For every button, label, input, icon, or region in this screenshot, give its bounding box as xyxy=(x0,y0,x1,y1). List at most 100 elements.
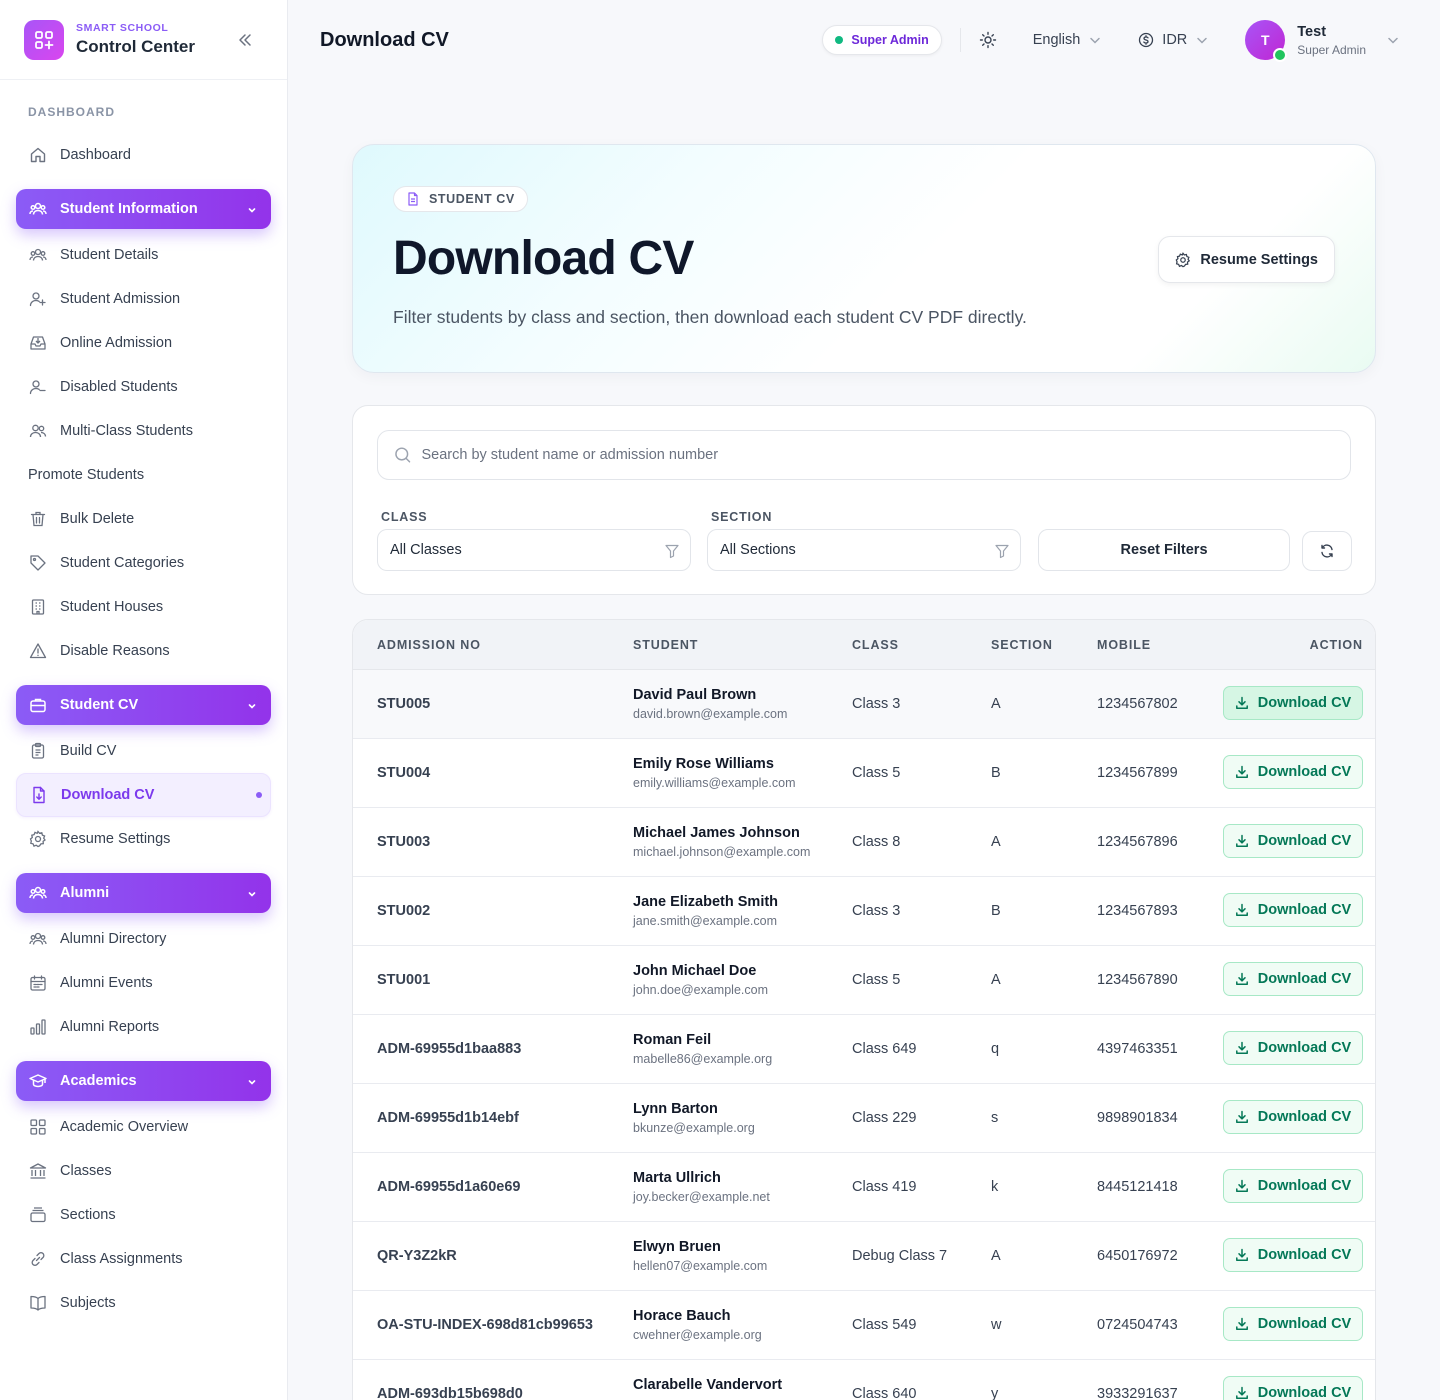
sidebar-item-student-categories[interactable]: Student Categories xyxy=(16,541,271,585)
download-cv-label: Download CV xyxy=(1257,1109,1352,1125)
sidebar-item-promote-students[interactable]: Promote Students xyxy=(16,453,271,497)
chevron-down-icon xyxy=(247,1075,257,1091)
currency-coin-icon xyxy=(1139,32,1154,48)
language-selector[interactable]: English xyxy=(1033,32,1103,48)
student-name-cell: Clarabelle Vandervort xyxy=(633,1377,783,1393)
section-cell: w xyxy=(991,1317,1002,1333)
user-minus-icon xyxy=(28,377,48,397)
class-cell: Class 229 xyxy=(852,1110,917,1126)
resume-settings-button[interactable]: Resume Settings xyxy=(1158,236,1335,283)
student-email-cell: mabelle86@example.org xyxy=(633,1052,773,1066)
student-email-cell: emily.williams@example.com xyxy=(633,776,796,790)
section-select[interactable]: All Sections xyxy=(707,529,1021,571)
sidebar-item-classes[interactable]: Classes xyxy=(16,1149,271,1193)
student-name-cell: Jane Elizabeth Smith xyxy=(633,894,779,910)
sidebar-group-alumni[interactable]: Alumni xyxy=(16,873,271,913)
inbox-icon xyxy=(28,333,48,353)
sidebar-item-label: Build CV xyxy=(60,743,117,759)
nav-section-label: DASHBOARD xyxy=(28,105,115,119)
admission-no-cell: STU002 xyxy=(377,903,431,919)
table-header: ADMISSION NO STUDENT CLASS SECTION MOBIL… xyxy=(353,620,1375,670)
student-email-cell: bkunze@example.org xyxy=(633,1121,755,1135)
search-box[interactable] xyxy=(377,430,1351,480)
sidebar-item-label: Student Details xyxy=(60,247,159,263)
sidebar-item-student-admission[interactable]: Student Admission xyxy=(16,277,271,321)
sidebar-group-student-information[interactable]: Student Information xyxy=(16,189,271,229)
sidebar-item-sections[interactable]: Sections xyxy=(16,1193,271,1237)
avatar[interactable]: T xyxy=(1245,20,1288,62)
refresh-button[interactable] xyxy=(1302,531,1352,571)
sidebar-item-label: Class Assignments xyxy=(60,1251,183,1267)
student-name-cell: Roman Feil xyxy=(633,1032,712,1048)
filter-card: CLASS All Classes SECTION All Sections R… xyxy=(352,405,1376,595)
student-name-cell: Emily Rose Williams xyxy=(633,756,774,772)
admission-no-cell: STU005 xyxy=(377,696,431,712)
download-cv-button[interactable]: Download CV xyxy=(1223,1031,1363,1065)
sidebar-group-student-cv[interactable]: Student CV xyxy=(16,685,271,725)
download-cv-label: Download CV xyxy=(1257,1247,1352,1263)
sidebar-item-disable-reasons[interactable]: Disable Reasons xyxy=(16,629,271,673)
sidebar-item-dashboard[interactable]: Dashboard xyxy=(16,133,271,177)
link-icon xyxy=(28,1249,48,1269)
download-cv-button[interactable]: Download CV xyxy=(1223,1238,1363,1272)
user-name: Test xyxy=(1297,23,1327,40)
search-input[interactable] xyxy=(421,447,1334,463)
download-icon xyxy=(1235,1179,1248,1192)
role-badge: Super Admin xyxy=(822,25,942,55)
sidebar-item-label: Dashboard xyxy=(60,147,131,163)
sidebar-item-bulk-delete[interactable]: Bulk Delete xyxy=(16,497,271,541)
sidebar-item-alumni-events[interactable]: Alumni Events xyxy=(16,961,271,1005)
sidebar-item-class-assignments[interactable]: Class Assignments xyxy=(16,1237,271,1281)
reset-filters-button[interactable]: Reset Filters xyxy=(1038,529,1290,571)
user-menu[interactable]: T Test Super Admin xyxy=(1245,20,1400,62)
download-cv-button[interactable]: Download CV xyxy=(1223,1376,1363,1400)
section-cell: s xyxy=(991,1110,999,1126)
sidebar-group-academics[interactable]: Academics xyxy=(16,1061,271,1101)
sidebar-item-alumni-reports[interactable]: Alumni Reports xyxy=(16,1005,271,1049)
currency-selector[interactable]: IDR xyxy=(1138,32,1209,48)
sidebar-item-alumni-directory[interactable]: Alumni Directory xyxy=(16,917,271,961)
column-header-mobile: MOBILE xyxy=(1097,638,1152,652)
download-cv-button[interactable]: Download CV xyxy=(1223,1169,1363,1203)
role-badge-label: Super Admin xyxy=(851,33,929,47)
download-cv-button[interactable]: Download CV xyxy=(1223,755,1363,789)
sidebar-item-multi-class-students[interactable]: Multi-Class Students xyxy=(16,409,271,453)
sidebar-item-academic-overview[interactable]: Academic Overview xyxy=(16,1105,271,1149)
theme-toggle-sun-icon[interactable] xyxy=(979,31,997,49)
column-header-section: SECTION xyxy=(991,638,1053,652)
layers-icon xyxy=(28,1205,48,1225)
tag-icon xyxy=(28,553,48,573)
download-cv-button[interactable]: Download CV xyxy=(1223,962,1363,996)
column-header-admission-no: ADMISSION NO xyxy=(377,638,481,652)
class-select[interactable]: All Classes xyxy=(377,529,691,571)
sidebar-item-label: Alumni Directory xyxy=(60,931,167,947)
mobile-cell: 9898901834 xyxy=(1097,1110,1178,1126)
download-cv-button[interactable]: Download CV xyxy=(1223,824,1363,858)
sidebar-item-student-houses[interactable]: Student Houses xyxy=(16,585,271,629)
admission-no-cell: OA-STU-INDEX-698d81cb99653 xyxy=(377,1317,593,1333)
status-dot xyxy=(835,36,844,44)
sidebar-item-download-cv[interactable]: Download CV xyxy=(16,773,271,817)
sidebar-item-resume-settings[interactable]: Resume Settings xyxy=(16,817,271,861)
book-icon xyxy=(28,1293,48,1313)
download-icon xyxy=(1235,903,1248,916)
student-email-cell: michael.johnson@example.com xyxy=(633,845,811,859)
download-cv-button[interactable]: Download CV xyxy=(1223,686,1363,720)
section-cell: A xyxy=(991,972,1001,988)
download-cv-button[interactable]: Download CV xyxy=(1223,893,1363,927)
download-cv-label: Download CV xyxy=(1257,1040,1352,1056)
download-cv-button[interactable]: Download CV xyxy=(1223,1100,1363,1134)
download-cv-button[interactable]: Download CV xyxy=(1223,1307,1363,1341)
sidebar-item-build-cv[interactable]: Build CV xyxy=(16,729,271,773)
avatar-initial: T xyxy=(1261,32,1270,48)
sidebar-item-disabled-students[interactable]: Disabled Students xyxy=(16,365,271,409)
sidebar-item-online-admission[interactable]: Online Admission xyxy=(16,321,271,365)
student-name-cell: Marta Ullrich xyxy=(633,1170,721,1186)
sidebar-item-subjects[interactable]: Subjects xyxy=(16,1281,271,1325)
mobile-cell: 6450176972 xyxy=(1097,1248,1178,1264)
collapse-sidebar-icon[interactable] xyxy=(233,28,257,52)
class-cell: Class 3 xyxy=(852,696,901,712)
sidebar-item-student-details[interactable]: Student Details xyxy=(16,233,271,277)
download-icon xyxy=(1235,1248,1248,1261)
class-cell: Class 549 xyxy=(852,1317,917,1333)
